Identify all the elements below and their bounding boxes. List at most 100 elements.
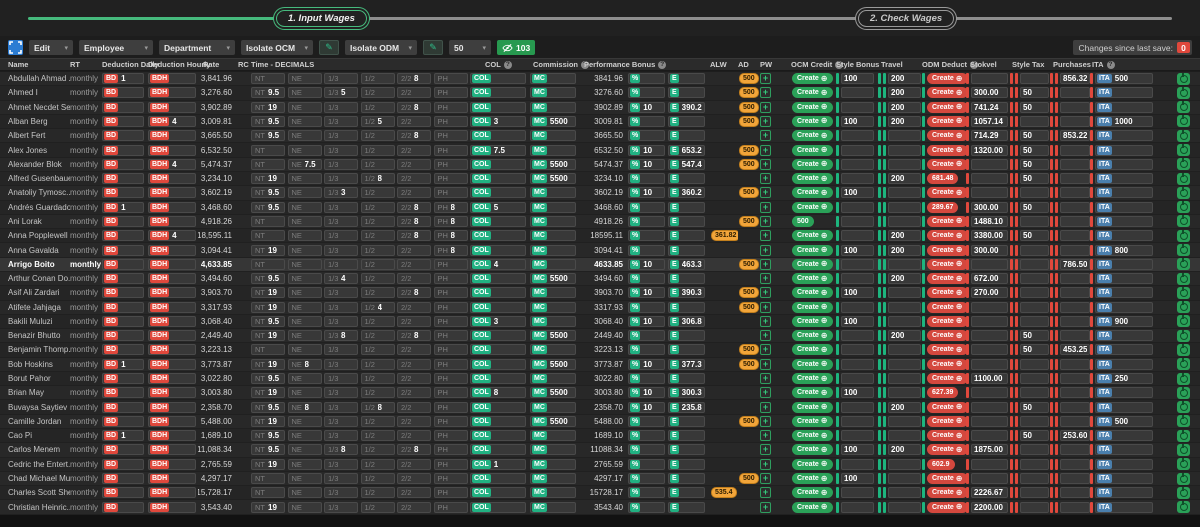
ad-badge[interactable]: 500	[739, 258, 759, 270]
col-input[interactable]	[491, 145, 525, 155]
bonus-percent-input[interactable]	[641, 188, 664, 198]
hidden-rows-badge[interactable]: 103	[497, 40, 536, 55]
ph-input[interactable]	[449, 359, 467, 369]
style-bonus-input[interactable]	[841, 230, 874, 242]
pw-add-button[interactable]: +	[760, 430, 771, 442]
employee-dropdown[interactable]: Employee ▾	[79, 40, 153, 55]
deduction-daily-input[interactable]	[119, 331, 143, 341]
e-badge[interactable]: E	[670, 145, 679, 155]
style-bonus-input[interactable]	[841, 330, 874, 342]
one-third-input[interactable]	[340, 345, 357, 355]
isolate-odm-dropdown[interactable]: Isolate ODM ▾	[345, 40, 417, 55]
mc-badge[interactable]: MC	[532, 274, 547, 284]
one-half-input[interactable]	[376, 445, 394, 455]
bd-badge[interactable]: BD	[104, 116, 119, 126]
bonus-e-input[interactable]	[679, 374, 704, 384]
ocm-credit-button[interactable]: Create ⊕	[792, 101, 833, 113]
odm-deduct-button[interactable]: Create ⊕	[927, 315, 966, 327]
pw-add-button[interactable]: +	[760, 258, 771, 270]
ne-input[interactable]	[303, 302, 321, 312]
purchases-input[interactable]	[1060, 87, 1090, 99]
two-two-input[interactable]	[413, 331, 430, 341]
percent-badge[interactable]: %	[630, 402, 641, 412]
mc-badge[interactable]: MC	[532, 74, 547, 84]
deduction-hourly-input[interactable]	[170, 331, 195, 341]
pw-add-button[interactable]: +	[760, 487, 771, 499]
one-half-input[interactable]	[376, 245, 394, 255]
style-bonus-input[interactable]	[841, 130, 874, 142]
bonus-e-input[interactable]	[679, 302, 704, 312]
power-button[interactable]	[1177, 258, 1190, 271]
style-bonus-input[interactable]	[841, 458, 874, 470]
deduction-daily-input[interactable]	[119, 245, 143, 255]
percent-badge[interactable]: %	[630, 102, 641, 112]
ocm-credit-button[interactable]: Create ⊕	[792, 158, 833, 170]
ocm-credit-button[interactable]: Create ⊕	[792, 230, 833, 242]
bonus-e-input[interactable]	[679, 388, 704, 398]
percent-badge[interactable]: %	[630, 302, 641, 312]
bd-badge[interactable]: BD	[104, 131, 119, 141]
bdh-badge[interactable]: BDH	[150, 274, 170, 284]
ita-badge[interactable]: ITA	[1097, 445, 1112, 455]
stokvel-input[interactable]	[971, 144, 1008, 156]
stokvel-input[interactable]	[971, 287, 1008, 299]
one-half-input[interactable]	[376, 74, 394, 84]
deduction-daily-input[interactable]	[119, 302, 143, 312]
ph-input[interactable]	[449, 445, 467, 455]
mc-badge[interactable]: MC	[532, 259, 547, 269]
commission-input[interactable]	[547, 102, 575, 112]
bdh-badge[interactable]: BDH	[150, 445, 170, 455]
col-badge[interactable]: COL	[472, 502, 491, 512]
one-half-input[interactable]	[376, 431, 394, 441]
ne-input[interactable]	[303, 188, 321, 198]
ad-badge[interactable]: 500	[739, 301, 759, 313]
col-badge[interactable]: COL	[472, 402, 491, 412]
col-input[interactable]	[491, 88, 525, 98]
bonus-e-input[interactable]	[679, 459, 704, 469]
col-input[interactable]	[491, 316, 525, 326]
ocm-credit-button[interactable]: Create ⊕	[792, 301, 833, 313]
bonus-percent-input[interactable]	[641, 131, 664, 141]
ph-input[interactable]	[449, 145, 467, 155]
bonus-percent-input[interactable]	[641, 502, 664, 512]
commission-input[interactable]	[547, 488, 575, 498]
pw-add-button[interactable]: +	[760, 73, 771, 85]
bonus-e-input[interactable]	[679, 316, 704, 326]
percent-badge[interactable]: %	[630, 245, 641, 255]
ita-badge[interactable]: ITA	[1097, 216, 1112, 226]
two-two-input[interactable]	[413, 202, 430, 212]
ne-input[interactable]	[303, 274, 321, 284]
style-bonus-input[interactable]	[841, 387, 874, 399]
odm-deduct-button[interactable]: 289.67	[927, 201, 959, 213]
bd-badge[interactable]: BD	[104, 216, 119, 226]
bonus-e-input[interactable]	[679, 202, 704, 212]
power-button[interactable]	[1177, 86, 1190, 99]
col-badge[interactable]: COL	[472, 445, 491, 455]
ph-input[interactable]	[449, 316, 467, 326]
style-tax-input[interactable]	[1020, 258, 1049, 270]
col-badge[interactable]: COL	[472, 359, 491, 369]
mc-badge[interactable]: MC	[532, 116, 547, 126]
purchases-input[interactable]	[1060, 330, 1090, 342]
one-third-input[interactable]	[340, 402, 357, 412]
col-badge[interactable]: COL	[472, 131, 491, 141]
nt-input[interactable]	[267, 102, 284, 112]
bdh-badge[interactable]: BDH	[150, 245, 170, 255]
bonus-e-input[interactable]	[679, 174, 704, 184]
one-third-input[interactable]	[340, 159, 357, 169]
one-half-input[interactable]	[376, 288, 394, 298]
ne-input[interactable]	[303, 245, 321, 255]
nt-input[interactable]	[267, 131, 284, 141]
one-half-input[interactable]	[376, 88, 394, 98]
deduction-hourly-input[interactable]	[170, 288, 195, 298]
bd-badge[interactable]: BD	[104, 274, 119, 284]
power-button[interactable]	[1177, 443, 1190, 456]
bonus-e-input[interactable]	[679, 445, 704, 455]
odm-deduct-button[interactable]: Create ⊕	[927, 444, 966, 456]
bdh-badge[interactable]: BDH	[150, 388, 170, 398]
deduction-daily-input[interactable]	[119, 131, 143, 141]
bdh-badge[interactable]: BDH	[150, 202, 170, 212]
ocm-credit-button[interactable]: Create ⊕	[792, 173, 833, 185]
deduction-hourly-input[interactable]	[170, 159, 195, 169]
stokvel-input[interactable]	[971, 473, 1008, 485]
